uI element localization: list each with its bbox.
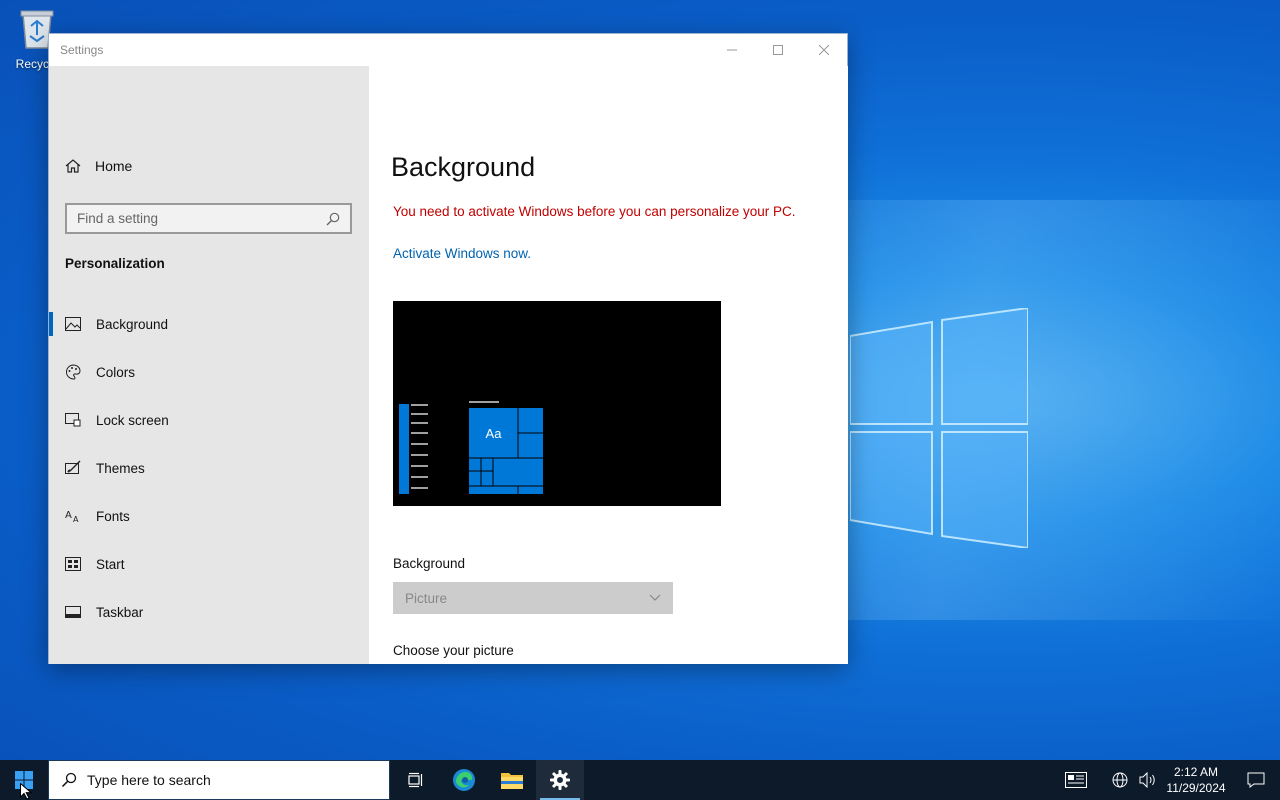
- task-view-button[interactable]: [392, 760, 440, 800]
- folder-icon: [501, 773, 523, 789]
- volume-button[interactable]: [1136, 760, 1160, 800]
- sidebar-item-start[interactable]: Start: [49, 540, 369, 588]
- maximize-button[interactable]: [755, 34, 801, 66]
- network-button[interactable]: [1104, 760, 1136, 800]
- minimize-button[interactable]: [709, 34, 755, 66]
- search-icon: [326, 212, 340, 225]
- notification-icon: [1247, 772, 1265, 788]
- taskbar: Type here to search 2:12 AM 11/29/2024: [0, 760, 1280, 800]
- sidebar-item-background[interactable]: Background: [49, 300, 369, 348]
- themes-icon: [65, 460, 81, 476]
- gear-icon: [550, 770, 570, 790]
- news-icon: [1065, 772, 1087, 788]
- sidebar-item-themes[interactable]: Themes: [49, 444, 369, 492]
- clock-date: 11/29/2024: [1166, 781, 1226, 795]
- sidebar-item-label: Background: [96, 316, 169, 332]
- minimize-icon: [727, 49, 737, 51]
- home-icon: [65, 159, 81, 173]
- globe-network-icon: [1112, 772, 1128, 788]
- palette-icon: [65, 364, 81, 380]
- taskbar-search-box[interactable]: Type here to search: [48, 760, 390, 800]
- sidebar-item-label: Taskbar: [96, 604, 144, 620]
- sidebar-item-colors[interactable]: Colors: [49, 348, 369, 396]
- window-titlebar[interactable]: Settings: [49, 34, 847, 66]
- activation-warning: You need to activate Windows before you …: [393, 204, 796, 219]
- close-button[interactable]: [801, 34, 847, 66]
- desktop-preview-illustration: [399, 401, 543, 494]
- sidebar-item-label: Start: [96, 556, 125, 572]
- system-tray: 2:12 AM 11/29/2024: [1060, 760, 1280, 800]
- file-explorer-taskbar-button[interactable]: [488, 760, 536, 800]
- chevron-down-icon: [649, 594, 661, 601]
- clock-time: 2:12 AM: [1173, 765, 1219, 779]
- find-setting-input[interactable]: Find a setting: [65, 203, 352, 234]
- picture-icon: [65, 316, 81, 332]
- background-preview: Aa: [393, 301, 721, 506]
- notification-center-button[interactable]: [1232, 760, 1280, 800]
- settings-taskbar-button[interactable]: [536, 760, 584, 800]
- page-title: Background: [391, 152, 536, 182]
- sidebar-item-label: Fonts: [96, 508, 130, 524]
- background-type-dropdown[interactable]: Picture: [393, 582, 673, 614]
- start-icon: [65, 556, 81, 572]
- maximize-icon: [773, 45, 783, 55]
- close-icon: [819, 45, 829, 55]
- sidebar-item-fonts[interactable]: AA Fonts: [49, 492, 369, 540]
- sidebar-item-taskbar[interactable]: Taskbar: [49, 588, 369, 636]
- mouse-cursor-icon: [20, 783, 32, 800]
- lock-screen-icon: [65, 412, 81, 428]
- sidebar-item-label: Themes: [96, 460, 145, 476]
- sidebar-item-lock-screen[interactable]: Lock screen: [49, 396, 369, 444]
- personalization-nav-list: Background Colors Lock screen Themes A A…: [49, 300, 369, 636]
- fonts-icon: AA: [65, 508, 81, 524]
- choose-picture-label: Choose your picture: [393, 643, 514, 658]
- search-icon: [61, 772, 77, 788]
- taskbar-search-placeholder: Type here to search: [87, 772, 211, 788]
- sidebar-item-label: Lock screen: [96, 412, 169, 428]
- window-title: Settings: [60, 43, 104, 57]
- speaker-icon: [1139, 772, 1155, 788]
- section-title-personalization: Personalization: [65, 256, 165, 271]
- home-label: Home: [95, 158, 133, 174]
- preview-tile-text: Aa: [485, 425, 502, 441]
- windows-logo-wallpaper: [850, 308, 1028, 548]
- taskbar-clock[interactable]: 2:12 AM 11/29/2024: [1160, 764, 1232, 796]
- background-type-label: Background: [393, 556, 466, 571]
- background-type-value: Picture: [405, 590, 448, 606]
- settings-sidebar: Home Find a setting Personalization Back…: [49, 66, 369, 664]
- settings-main-pane: Background You need to activate Windows …: [369, 66, 848, 664]
- home-nav-item[interactable]: Home: [65, 158, 132, 174]
- settings-window: Settings Home Find a setting Personaliza…: [48, 33, 848, 664]
- find-setting-placeholder: Find a setting: [77, 211, 159, 226]
- svg-text:A: A: [65, 510, 72, 521]
- activate-windows-link[interactable]: Activate Windows now.: [393, 246, 531, 261]
- edge-taskbar-button[interactable]: [440, 760, 488, 800]
- sidebar-item-label: Colors: [96, 364, 136, 380]
- news-widget-button[interactable]: [1060, 760, 1092, 800]
- edge-browser-icon: [453, 769, 475, 791]
- taskbar-icon: [65, 604, 81, 620]
- task-view-icon: [408, 772, 423, 788]
- svg-text:A: A: [73, 515, 79, 523]
